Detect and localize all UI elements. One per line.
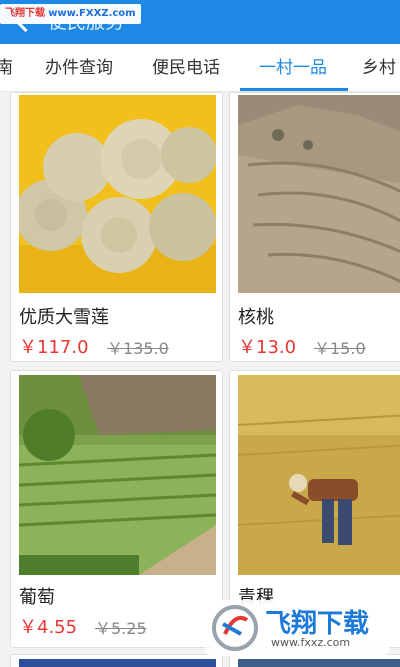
category-tabs: 南 办件查询 便民电话 一村一品 乡村 bbox=[0, 44, 400, 92]
tab-partial-left[interactable]: 南 bbox=[0, 44, 13, 91]
product-card[interactable]: 优质大雪莲 ￥117.0 ￥135.0 bbox=[10, 92, 223, 362]
tab-village[interactable]: 乡村 bbox=[362, 44, 396, 91]
snow-lotus-photo bbox=[19, 95, 216, 293]
product-name: 优质大雪莲 bbox=[19, 307, 109, 328]
product-original-price: ￥135.0 bbox=[107, 339, 169, 358]
watermark-site-name: 飞翔下载 bbox=[5, 8, 45, 19]
tab-case-query[interactable]: 办件查询 bbox=[45, 44, 113, 91]
product-original-price: ￥5.25 bbox=[95, 619, 147, 638]
watermark-top-left: 飞翔下载 www.FXXZ.com bbox=[0, 4, 141, 24]
tab-one-village-one-product[interactable]: 一村一品 bbox=[259, 44, 327, 91]
product-card[interactable]: 核桃 ￥13.0 ￥15.0 bbox=[229, 92, 400, 362]
active-tab-indicator bbox=[240, 88, 348, 91]
grape-field-photo bbox=[19, 375, 216, 575]
product-name: 核桃 bbox=[238, 307, 274, 328]
partial-photo bbox=[19, 659, 216, 667]
watermark-brand: 飞翔下载 bbox=[265, 609, 370, 639]
watermark-bottom-right: 飞翔下载 www.fxxz.com bbox=[205, 600, 390, 656]
partial-photo bbox=[238, 659, 400, 667]
walnut-terrace-photo bbox=[238, 95, 400, 293]
watermark-logo-icon bbox=[212, 605, 258, 651]
product-name: 葡萄 bbox=[19, 587, 55, 608]
product-price: ￥4.55 bbox=[19, 617, 78, 638]
product-card-partial[interactable] bbox=[10, 654, 223, 667]
product-card[interactable]: 葡萄 ￥4.55 ￥5.25 bbox=[10, 370, 223, 648]
product-grid: 优质大雪莲 ￥117.0 ￥135.0 核桃 ￥13.0 ￥15.0 葡萄 ￥4… bbox=[0, 92, 400, 667]
watermark-url: www.fxxz.com bbox=[271, 636, 351, 649]
product-original-price: ￥15.0 bbox=[314, 339, 366, 358]
tab-service-phone[interactable]: 便民电话 bbox=[152, 44, 220, 91]
watermark-site-url: www.FXXZ.com bbox=[48, 8, 136, 19]
product-price: ￥117.0 bbox=[19, 337, 89, 358]
product-price: ￥13.0 bbox=[238, 337, 297, 358]
highland-barley-photo bbox=[238, 375, 400, 575]
top-app-bar: 便民服务 飞翔下载 www.FXXZ.com bbox=[0, 0, 400, 44]
